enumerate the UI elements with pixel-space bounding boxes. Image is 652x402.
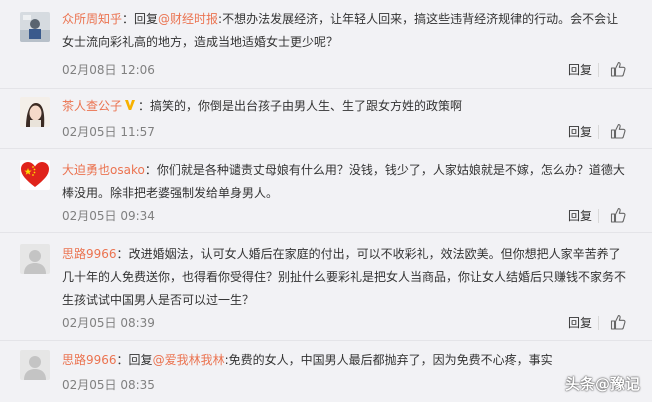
comment-text: 思路9966：改进婚姻法，认可女人婚后在家庭的付出，可以不收彩礼，效法欧美。但你… — [62, 243, 626, 312]
reply-button[interactable]: 回复 — [568, 208, 592, 224]
comment-item: 大迫勇也osako：你们就是各种谴责丈母娘有什么用？没钱，钱少了，人家姑娘就是不… — [0, 148, 652, 232]
comment-username[interactable]: 思路9966 — [62, 247, 117, 261]
thumbs-up-icon[interactable] — [610, 314, 626, 330]
avatar[interactable] — [20, 160, 50, 190]
thumbs-up-icon[interactable] — [610, 207, 626, 223]
comment-list: 众所周知乎：回复@财经时报:不想办法发展经济，让年轻人回来，搞这些违背经济规律的… — [0, 0, 652, 402]
comment-item: 众所周知乎：回复@财经时报:不想办法发展经济，让年轻人回来，搞这些违背经济规律的… — [0, 0, 652, 88]
avatar[interactable] — [20, 244, 50, 274]
comment-body: :免费的女人，中国男人最后都抛弃了，因为免费不心疼，事实 — [224, 353, 553, 367]
comment-time: 02月05日 08:35 — [62, 378, 155, 392]
comment-username[interactable]: 茶人查公子 — [62, 99, 122, 113]
comment-username[interactable]: 大迫勇也osako — [62, 163, 145, 177]
comment-text: 茶人查公子 ：搞笑的，你倒是出台孩子由男人生、生了跟女方姓的政策啊 — [62, 95, 626, 118]
comment-time: 02月05日 08:39 — [62, 316, 155, 330]
comment-username[interactable]: 众所周知乎 — [62, 12, 122, 26]
comment-reply-prefix: ： — [116, 247, 129, 261]
comment-username[interactable]: 思路9966 — [62, 353, 117, 367]
mention-link[interactable]: @爱我林我林 — [153, 353, 225, 367]
comment-item: 茶人查公子 ：搞笑的，你倒是出台孩子由男人生、生了跟女方姓的政策啊 02月05日 … — [0, 88, 652, 148]
reply-button[interactable]: 回复 — [568, 124, 592, 140]
avatar[interactable] — [20, 350, 50, 380]
comment-reply-prefix: ：回复 — [116, 353, 153, 367]
divider — [598, 316, 599, 330]
mention-link[interactable]: @财经时报 — [158, 12, 218, 26]
comment-time: 02月05日 09:34 — [62, 209, 155, 223]
comment-reply-prefix: ： — [138, 99, 151, 113]
comment-time: 02月08日 12:06 — [62, 63, 155, 77]
reply-button[interactable]: 回复 — [568, 315, 592, 331]
comment-text: 大迫勇也osako：你们就是各种谴责丈母娘有什么用？没钱，钱少了，人家姑娘就是不… — [62, 159, 626, 205]
thumbs-up-icon[interactable] — [610, 61, 626, 77]
divider — [598, 209, 599, 223]
verified-badge-icon — [124, 96, 136, 110]
comment-reply-prefix: ： — [144, 163, 157, 177]
comment-body: 改进婚姻法，认可女人婚后在家庭的付出，可以不收彩礼，效法欧美。但你想把人家辛苦养… — [62, 247, 627, 307]
comment-body: 搞笑的，你倒是出台孩子由男人生、生了跟女方姓的政策啊 — [150, 99, 463, 113]
comment-item: 思路9966：回复@爱我林我林:免费的女人，中国男人最后都抛弃了，因为免费不心疼… — [0, 340, 652, 402]
comment-text: 众所周知乎：回复@财经时报:不想办法发展经济，让年轻人回来，搞这些违背经济规律的… — [62, 8, 626, 54]
thumbs-up-icon[interactable] — [610, 123, 626, 139]
divider — [598, 125, 599, 139]
comment-time: 02月05日 11:57 — [62, 125, 155, 139]
reply-button[interactable]: 回复 — [568, 62, 592, 78]
comment-item: 思路9966：改进婚姻法，认可女人婚后在家庭的付出，可以不收彩礼，效法欧美。但你… — [0, 232, 652, 340]
watermark: 头条@豫记 — [564, 375, 640, 393]
comment-reply-prefix: ：回复 — [122, 12, 159, 26]
avatar[interactable] — [20, 12, 50, 42]
comment-text: 思路9966：回复@爱我林我林:免费的女人，中国男人最后都抛弃了，因为免费不心疼… — [62, 349, 626, 372]
avatar[interactable] — [20, 97, 50, 127]
divider — [598, 63, 599, 77]
